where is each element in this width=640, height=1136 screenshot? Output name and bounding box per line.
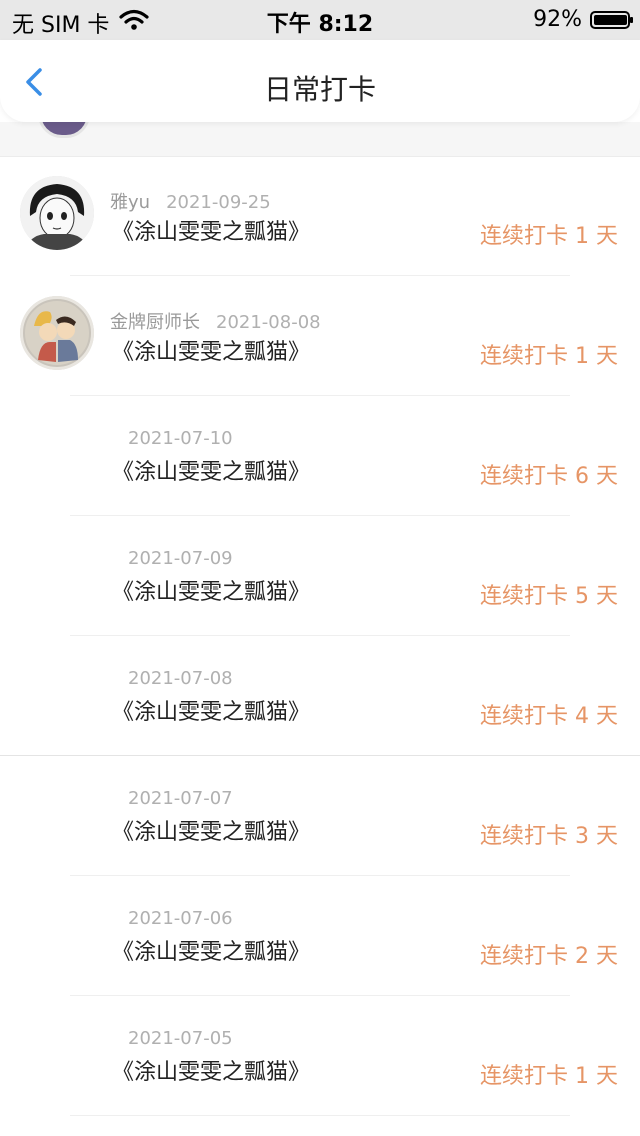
streak-label: 连续打卡 1 天: [480, 1064, 618, 1089]
record-date: 2021-07-07: [128, 788, 233, 809]
record-meta: 2021-07-08: [128, 668, 233, 689]
list-item[interactable]: 2021-07-07 《涂山雯雯之瓢猫》 连续打卡 3 天: [0, 756, 640, 876]
record-date: 2021-07-10: [128, 428, 233, 449]
book-title: 《涂山雯雯之瓢猫》: [112, 820, 311, 845]
record-date: 2021-07-05: [128, 1028, 233, 1049]
record-meta: 雅yu 2021-09-25: [110, 188, 271, 214]
record-date: 2021-07-09: [128, 548, 233, 569]
record-date: 2021-08-08: [216, 312, 321, 333]
list-item[interactable]: 2021-07-08 《涂山雯雯之瓢猫》 连续打卡 4 天: [0, 636, 640, 756]
avatar: [20, 176, 94, 250]
nav-bar: 日常打卡: [0, 40, 640, 122]
streak-label: 连续打卡 1 天: [480, 224, 618, 249]
user-name: 金牌厨师长: [110, 312, 200, 333]
book-title: 《涂山雯雯之瓢猫》: [112, 220, 311, 245]
streak-label: 连续打卡 3 天: [480, 824, 618, 849]
list-item[interactable]: 2021-07-10 《涂山雯雯之瓢猫》 连续打卡 6 天: [0, 396, 640, 516]
list-item[interactable]: 2021-07-09 《涂山雯雯之瓢猫》 连续打卡 5 天: [0, 516, 640, 636]
avatar: [20, 296, 94, 370]
battery-group: 92%: [533, 7, 633, 32]
record-meta: 2021-07-09: [128, 548, 233, 569]
status-bar: 无 SIM 卡 下午 8:12 92%: [0, 0, 640, 40]
streak-label: 连续打卡 4 天: [480, 704, 618, 729]
streak-label: 连续打卡 2 天: [480, 944, 618, 969]
page-title: 日常打卡: [263, 73, 376, 106]
book-title: 《涂山雯雯之瓢猫》: [112, 340, 311, 365]
list-item[interactable]: 2021-07-06 《涂山雯雯之瓢猫》 连续打卡 2 天: [0, 876, 640, 996]
streak-label: 连续打卡 1 天: [480, 344, 618, 369]
record-meta: 金牌厨师长 2021-08-08: [110, 308, 321, 334]
battery-percent: 92%: [533, 7, 582, 32]
record-date: 2021-07-08: [128, 668, 233, 689]
list-item[interactable]: 金牌厨师长 2021-08-08 《涂山雯雯之瓢猫》 连续打卡 1 天: [0, 276, 640, 396]
checkin-list: 雅yu 2021-09-25 《涂山雯雯之瓢猫》 连续打卡 1 天 金牌厨师长 20…: [0, 156, 640, 1116]
book-title: 《涂山雯雯之瓢猫》: [112, 460, 311, 485]
book-title: 《涂山雯雯之瓢猫》: [112, 700, 311, 725]
scrolled-item-edge: [0, 104, 640, 157]
book-title: 《涂山雯雯之瓢猫》: [112, 580, 311, 605]
record-date: 2021-07-06: [128, 908, 233, 929]
battery-fill: [594, 14, 628, 25]
list-item[interactable]: 雅yu 2021-09-25 《涂山雯雯之瓢猫》 连续打卡 1 天: [0, 156, 640, 276]
book-title: 《涂山雯雯之瓢猫》: [112, 1060, 311, 1085]
book-title: 《涂山雯雯之瓢猫》: [112, 940, 311, 965]
list-item[interactable]: 2021-07-05 《涂山雯雯之瓢猫》 连续打卡 1 天: [0, 996, 640, 1116]
streak-label: 连续打卡 6 天: [480, 464, 618, 489]
user-name: 雅yu: [110, 192, 151, 213]
record-meta: 2021-07-07: [128, 788, 233, 809]
record-date: 2021-09-25: [166, 192, 271, 213]
record-meta: 2021-07-10: [128, 428, 233, 449]
divider: [70, 1115, 570, 1116]
record-meta: 2021-07-05: [128, 1028, 233, 1049]
battery-icon: [590, 10, 633, 29]
record-meta: 2021-07-06: [128, 908, 233, 929]
streak-label: 连续打卡 5 天: [480, 584, 618, 609]
